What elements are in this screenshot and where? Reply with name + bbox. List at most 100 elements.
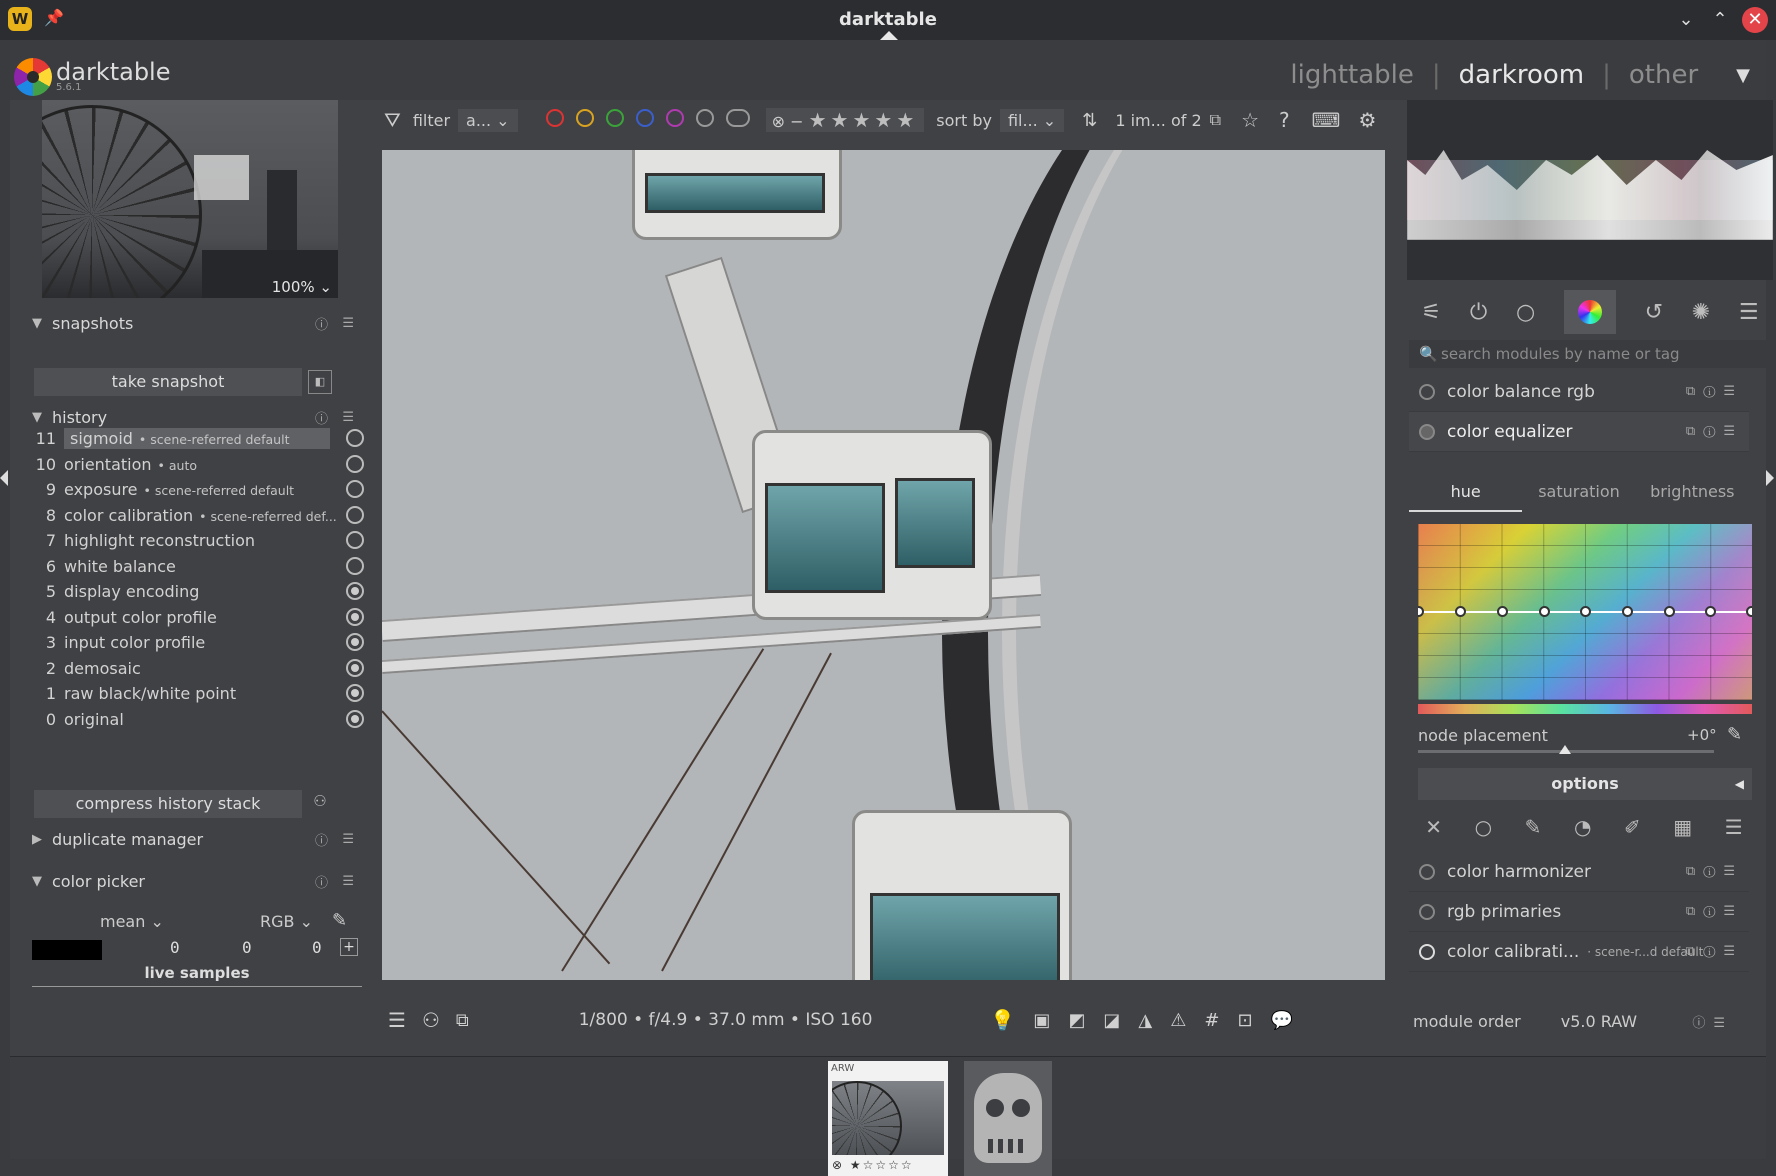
- minimize-icon[interactable]: ⌄: [1672, 6, 1700, 34]
- module-color-harmonizer[interactable]: color harmonizer ⧉ⓘ☰: [1409, 852, 1749, 892]
- right-panel-toggle-icon[interactable]: [1766, 470, 1774, 486]
- star-rating-icons[interactable]: ★★★★★: [809, 108, 919, 132]
- color-tab-icon[interactable]: [1563, 290, 1616, 334]
- view-lighttable[interactable]: lighttable: [1290, 60, 1413, 90]
- curve-node[interactable]: [1580, 606, 1591, 617]
- base-tab-icon[interactable]: ○: [1516, 300, 1535, 325]
- history-item[interactable]: 2 demosaic: [34, 655, 364, 682]
- curve-node[interactable]: [1497, 606, 1508, 617]
- tab-saturation[interactable]: saturation: [1522, 482, 1635, 512]
- navigation-viewport-rect[interactable]: [194, 155, 249, 200]
- zoom-level[interactable]: 100% ⌄: [272, 278, 332, 296]
- duplicate-manager-header[interactable]: ▶ duplicate manager ⓘ ☰: [22, 820, 366, 858]
- module-power-icon[interactable]: [1419, 863, 1435, 880]
- sort-select[interactable]: fil... ⌄: [999, 108, 1065, 132]
- curve-node[interactable]: [1746, 606, 1752, 617]
- gamut-icon[interactable]: ◮: [1138, 1010, 1152, 1031]
- reset-icon[interactable]: ⓘ: [315, 830, 328, 849]
- module-rgb-primaries[interactable]: rgb primaries ⧉ⓘ☰: [1409, 892, 1749, 932]
- history-item[interactable]: 11 sigmoid • scene-referred default: [34, 425, 364, 452]
- blue-label-icon[interactable]: [635, 109, 654, 127]
- module-power-icon[interactable]: [1419, 383, 1435, 400]
- clipping-icon[interactable]: ◩: [1068, 1010, 1085, 1031]
- module-search-input[interactable]: 🔍 search modules by name or tag: [1409, 340, 1767, 368]
- history-item[interactable]: 8 color calibration • scene-referred def..…: [34, 502, 364, 529]
- tab-hue[interactable]: hue: [1409, 482, 1523, 512]
- history-item[interactable]: 5 display encoding: [34, 578, 364, 605]
- history-item[interactable]: 3 input color profile: [34, 629, 364, 656]
- histogram[interactable]: [1407, 100, 1773, 280]
- drawn-parametric-mask-icon[interactable]: ✐: [1624, 815, 1641, 839]
- focus-peaking-icon[interactable]: ⊡: [1237, 1010, 1252, 1031]
- filter-select[interactable]: a... ⌄: [458, 108, 518, 132]
- quick-access-tab-icon[interactable]: ⚟: [1421, 300, 1441, 325]
- presets-icon[interactable]: ☰: [342, 410, 354, 425]
- curve-node[interactable]: [1539, 606, 1550, 617]
- module-color-balance-rgb[interactable]: color balance rgb ⧉ⓘ☰: [1409, 372, 1749, 412]
- reset-icon[interactable]: ⓘ: [315, 408, 328, 427]
- module-power-icon[interactable]: [1419, 903, 1435, 920]
- reset-icon[interactable]: ⓘ: [315, 314, 328, 333]
- color-picker-header[interactable]: ▼ color picker ⓘ ☰: [22, 862, 366, 900]
- maximize-icon[interactable]: ⌃: [1706, 6, 1734, 34]
- main-image[interactable]: [382, 150, 1385, 980]
- module-power-icon[interactable]: [1419, 423, 1435, 440]
- tab-brightness[interactable]: brightness: [1636, 482, 1749, 512]
- snapshots-header[interactable]: ▼ snapshots ⓘ ☰: [22, 304, 366, 342]
- curve-node[interactable]: [1664, 606, 1675, 617]
- curve-node[interactable]: [1622, 606, 1633, 617]
- take-snapshot-button[interactable]: take snapshot: [34, 368, 302, 396]
- presets-icon[interactable]: ☰: [342, 832, 354, 847]
- module-order-icons[interactable]: ⓘ☰: [1692, 1012, 1733, 1031]
- rejected-icon[interactable]: ⊗: [772, 112, 785, 131]
- compress-history-button[interactable]: compress history stack: [34, 790, 302, 818]
- module-power-icon[interactable]: [346, 556, 364, 575]
- expand-icon[interactable]: ▶: [22, 832, 52, 847]
- picker-model-select[interactable]: RGB ⌄: [260, 912, 313, 931]
- history-item[interactable]: 6 white balance: [34, 553, 364, 580]
- module-power-icon[interactable]: [346, 429, 364, 447]
- view-other[interactable]: other: [1629, 60, 1698, 90]
- module-actions-icons[interactable]: ⧉ⓘ☰: [1686, 944, 1743, 959]
- settings-gear-icon[interactable]: ⚙: [1359, 108, 1377, 132]
- module-power-icon[interactable]: [346, 709, 364, 728]
- collapse-icon[interactable]: ▼: [22, 316, 52, 331]
- blend-menu-icon[interactable]: ☰: [1725, 815, 1743, 839]
- raster-mask-icon[interactable]: ▦: [1673, 815, 1692, 839]
- sort-order-icon[interactable]: ⇅: [1082, 110, 1097, 131]
- presets-menu-icon[interactable]: ☰: [1739, 300, 1759, 325]
- history-item[interactable]: 9 exposure • scene-referred default: [34, 476, 364, 503]
- views-dropdown-icon[interactable]: ▼: [1736, 65, 1750, 86]
- module-power-icon[interactable]: [346, 505, 364, 524]
- slider-knob[interactable]: [1559, 745, 1571, 754]
- softproof-icon[interactable]: ◪: [1103, 1010, 1120, 1031]
- history-item[interactable]: 1 raw black/white point: [34, 680, 364, 707]
- purple-label-icon[interactable]: [665, 109, 684, 127]
- module-actions-icons[interactable]: ⧉ⓘ☰: [1686, 424, 1743, 439]
- presets-icon[interactable]: ☰: [342, 874, 354, 889]
- hue-curve-graph[interactable]: [1418, 524, 1752, 700]
- module-power-icon[interactable]: [346, 607, 364, 626]
- curve-node[interactable]: [1705, 606, 1716, 617]
- module-power-icon[interactable]: [346, 684, 364, 702]
- red-label-icon[interactable]: [545, 109, 564, 127]
- gray-label-icon[interactable]: [695, 109, 714, 127]
- history-item[interactable]: 0 original: [34, 706, 364, 733]
- reset-icon[interactable]: ⓘ: [315, 872, 328, 891]
- collapse-icon[interactable]: ▼: [22, 410, 52, 425]
- presets-icon[interactable]: ☰: [342, 316, 354, 331]
- module-actions-icons[interactable]: ⧉ⓘ☰: [1686, 904, 1743, 919]
- mask-off-icon[interactable]: ✕: [1425, 815, 1442, 839]
- module-order-value[interactable]: v5.0 RAW: [1561, 1012, 1637, 1031]
- drawn-mask-icon[interactable]: ✎: [1525, 815, 1542, 839]
- star-icon[interactable]: ☆: [1241, 108, 1259, 132]
- second-window-icon[interactable]: ⧉: [456, 1010, 469, 1031]
- add-sample-icon[interactable]: +: [340, 938, 358, 956]
- module-power-icon[interactable]: [346, 454, 364, 473]
- left-panel-toggle-icon[interactable]: [0, 470, 8, 486]
- color-assessment-icon[interactable]: 💬: [1271, 1010, 1293, 1031]
- module-power-icon[interactable]: [346, 531, 364, 549]
- picker-eyedropper-icon[interactable]: ✎: [1727, 724, 1742, 745]
- module-power-icon[interactable]: [346, 480, 364, 498]
- options-collapsible[interactable]: options ◀: [1418, 768, 1752, 800]
